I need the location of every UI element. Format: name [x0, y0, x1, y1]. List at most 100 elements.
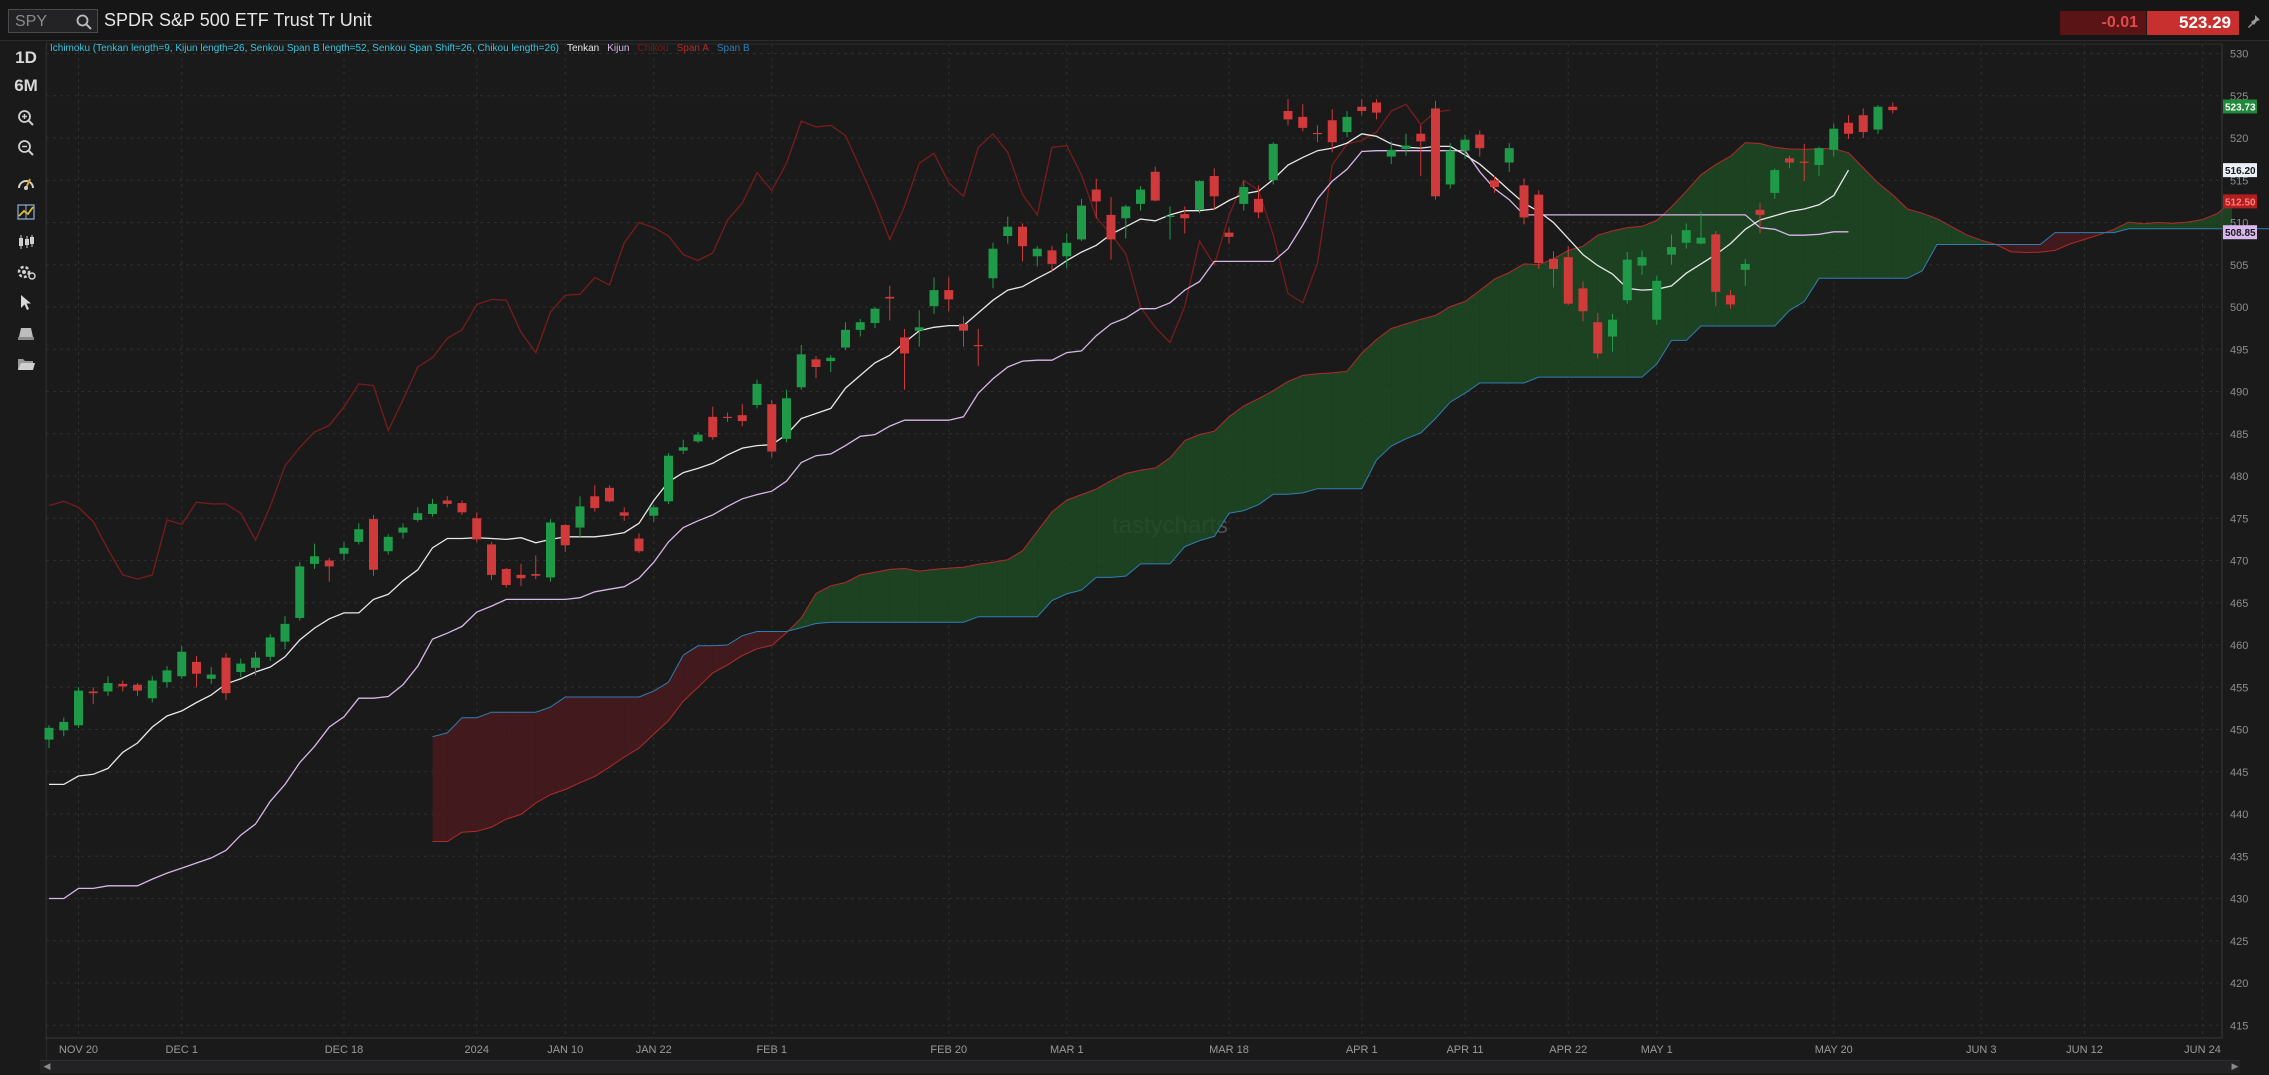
- candle-body: [1416, 133, 1426, 142]
- price-chart[interactable]: tastycharts 5305255205155105055004954904…: [0, 0, 2269, 1075]
- y-tick-label: 455: [2230, 682, 2248, 694]
- candle: [354, 523, 364, 545]
- legend-item-chikou[interactable]: Chikou: [637, 43, 668, 54]
- price-axis: 5305255205155105055004954904854804754704…: [2221, 44, 2248, 1038]
- y-tick-label: 505: [2230, 260, 2248, 272]
- candle-body: [1239, 187, 1249, 204]
- candle: [1519, 178, 1529, 225]
- cloud-segment-bearish: [491, 712, 507, 828]
- x-tick-label: MAY 1: [1641, 1044, 1673, 1056]
- scroll-left-arrow-icon[interactable]: ◀: [40, 1061, 54, 1072]
- candle-body: [1313, 132, 1322, 135]
- cloud-segment-bullish: [934, 568, 949, 623]
- candle: [1888, 102, 1898, 114]
- candle-body: [457, 503, 467, 513]
- cloud-segment-bullish: [1538, 258, 1554, 378]
- candle: [811, 356, 821, 378]
- cloud-segment-bullish: [1597, 230, 1613, 378]
- y-tick-label: 435: [2230, 851, 2248, 863]
- candle-body: [1121, 206, 1131, 219]
- legend-item-kijun[interactable]: Kijun: [607, 43, 629, 54]
- horizontal-scrollbar[interactable]: [40, 1060, 2240, 1073]
- candle-body: [1077, 205, 1086, 240]
- y-tick-label: 475: [2230, 513, 2248, 525]
- x-tick-label: JAN 22: [636, 1044, 672, 1056]
- candle: [1873, 105, 1883, 134]
- price-tag-label: 523.73: [2225, 102, 2256, 113]
- y-tick-label: 470: [2230, 556, 2248, 568]
- cloud-segment-bullish: [1922, 213, 1937, 271]
- cloud-segment-bearish: [550, 696, 566, 795]
- x-tick-label: APR 22: [1549, 1044, 1587, 1056]
- cloud-segment-bearish: [2069, 232, 2085, 245]
- candle-body: [1268, 143, 1278, 181]
- candle-body: [1519, 185, 1529, 218]
- candle-body: [1018, 226, 1027, 247]
- candle: [678, 439, 688, 455]
- candle-body: [1298, 116, 1308, 128]
- candle: [206, 666, 216, 684]
- candle-body: [295, 566, 305, 618]
- x-tick-label: DEC 18: [325, 1044, 364, 1056]
- candle: [1254, 185, 1263, 219]
- candle: [339, 541, 349, 561]
- candle-body: [560, 525, 570, 546]
- candle: [1401, 133, 1411, 156]
- candle-body: [1475, 134, 1485, 149]
- candle: [531, 555, 541, 580]
- cloud-segment-bullish: [1229, 405, 1244, 514]
- candle-body: [162, 670, 172, 683]
- y-tick-label: 500: [2230, 302, 2248, 314]
- candle: [1504, 143, 1514, 172]
- cloud-segment-bullish: [2202, 213, 2218, 229]
- candle-body: [383, 536, 393, 552]
- cloud-segment-bullish: [1406, 319, 1421, 439]
- candle: [177, 645, 187, 679]
- cloud-segment-bearish: [580, 696, 595, 783]
- candle-body: [1696, 237, 1706, 244]
- scroll-right-arrow-icon[interactable]: ▶: [2228, 1061, 2242, 1072]
- legend-item-span-b[interactable]: Span B: [717, 43, 750, 54]
- candle-body: [369, 519, 378, 570]
- candle-body: [1770, 170, 1780, 193]
- candle-body: [1652, 280, 1662, 320]
- cloud-segment-bullish: [1243, 398, 1259, 511]
- candle-body: [914, 327, 924, 331]
- candle: [1091, 178, 1101, 219]
- candle-body: [708, 416, 718, 438]
- candle: [944, 277, 954, 312]
- study-legend: Ichimoku (Tenkan length=9, Kijun length=…: [50, 43, 750, 54]
- candle-body: [619, 512, 629, 516]
- candle-body: [310, 556, 319, 564]
- candle-body: [177, 651, 187, 677]
- cloud-segment-bearish: [506, 712, 521, 820]
- cloud-segment-bullish: [1465, 290, 1480, 394]
- x-tick-label: JAN 10: [547, 1044, 583, 1056]
- cloud-segment-bearish: [565, 696, 580, 790]
- cloud-segment-bullish: [1081, 489, 1097, 591]
- candle-body: [1357, 106, 1367, 111]
- candle-body: [147, 680, 157, 699]
- cloud-segment-bearish: [2025, 244, 2041, 253]
- legend-item-span-a[interactable]: Span A: [677, 43, 710, 54]
- candle-body: [487, 544, 496, 575]
- candle: [988, 242, 998, 289]
- cloud-segment-bearish: [2010, 244, 2026, 253]
- legend-item-tenkan[interactable]: Tenkan: [567, 43, 599, 54]
- cloud-segment-bullish: [845, 574, 861, 623]
- cloud-segment-bullish: [963, 564, 979, 623]
- candle: [398, 523, 408, 539]
- candle-body: [649, 507, 659, 516]
- cloud-segment-bullish: [1052, 500, 1067, 601]
- y-tick-label: 520: [2230, 133, 2248, 145]
- candle: [708, 406, 718, 440]
- candle-body: [413, 513, 423, 520]
- study-legend-text[interactable]: Ichimoku (Tenkan length=9, Kijun length=…: [50, 43, 559, 54]
- candle: [1844, 115, 1853, 139]
- candle: [1077, 198, 1086, 242]
- candle: [1313, 125, 1322, 143]
- cloud-segment-bullish: [1199, 431, 1215, 541]
- candle-body: [590, 496, 600, 509]
- cloud-segment-bearish: [535, 707, 551, 804]
- cloud-segment-bullish: [1347, 353, 1362, 489]
